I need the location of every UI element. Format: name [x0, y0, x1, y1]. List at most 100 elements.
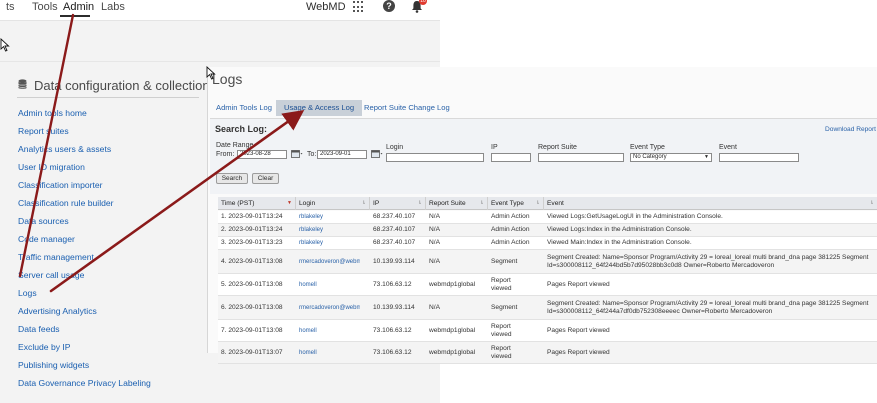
sidebar-link-report-suites[interactable]: Report suites	[18, 126, 69, 136]
sidebar-link-traffic-management[interactable]: Traffic management	[18, 252, 94, 262]
apps-grid-icon[interactable]	[353, 1, 365, 13]
clear-button[interactable]: Clear	[252, 173, 279, 184]
active-nav-indicator	[60, 15, 90, 17]
to-date-field[interactable]: 2023-09-01	[317, 150, 367, 159]
help-icon[interactable]: ?	[383, 0, 395, 12]
sidebar-link-data-feeds[interactable]: Data feeds	[18, 324, 60, 334]
cell-login[interactable]: rblakeley	[296, 237, 370, 249]
table-row: 6. 2023-09-01T13:08 rmercadoveron@webmd.…	[218, 296, 877, 320]
column-header-report-suite[interactable]: Report Suite ⇂	[426, 197, 488, 210]
nav-item-reports[interactable]: ts	[6, 1, 15, 13]
download-report-link[interactable]: Download Report	[825, 126, 876, 133]
tab-admin-tools-log[interactable]: Admin Tools Log	[216, 100, 272, 116]
table-row: 1. 2023-09-01T13:24 rblakeley 68.237.40.…	[218, 211, 877, 224]
event-type-value: No Category	[633, 154, 667, 160]
cell-event: Pages Report viewed	[547, 280, 610, 288]
notification-badge: 10	[419, 0, 427, 5]
event-type-label: Event Type	[630, 144, 665, 151]
search-title: Search Log:	[215, 124, 268, 134]
login-field[interactable]	[386, 153, 484, 162]
cell-report-suite: N/A	[429, 213, 440, 220]
cell-login[interactable]: homell	[296, 342, 370, 363]
to-label: To:	[307, 151, 317, 158]
sidebar-link-server-call-usage[interactable]: Server call usage	[18, 270, 84, 280]
cell-login[interactable]: rblakeley	[296, 211, 370, 223]
column-header-time[interactable]: Time (PST) ▼	[218, 197, 296, 210]
cell-ip: 10.139.93.114	[373, 303, 415, 311]
cell-login[interactable]: rblakeley	[296, 224, 370, 236]
event-label: Event	[719, 144, 737, 151]
cell-time: 6. 2023-09-01T13:08	[221, 303, 283, 311]
page-title: Logs	[212, 71, 243, 87]
column-header-login[interactable]: Login ⇂	[296, 197, 370, 210]
column-header-event[interactable]: Event ⇂	[544, 197, 877, 210]
nav-item-labs[interactable]: Labs	[101, 1, 125, 13]
cell-report-suite: N/A	[429, 257, 440, 265]
cell-event: Viewed Logs:Index in the Administration …	[547, 226, 692, 233]
search-button[interactable]: Search	[216, 173, 248, 184]
nav-item-tools[interactable]: Tools	[32, 1, 58, 13]
cell-ip: 68.237.40.107	[373, 239, 416, 246]
sidebar-link-admin-tools-home[interactable]: Admin tools home	[18, 108, 87, 118]
sidebar-link-logs[interactable]: Logs	[18, 288, 37, 298]
cell-login[interactable]: rmercadoveron@webmd.net	[296, 250, 360, 273]
chevron-down-icon: ▼	[704, 154, 709, 160]
section-header: Data configuration & collection	[17, 78, 210, 98]
cell-time: 1. 2023-09-01T13:24	[221, 213, 283, 220]
cell-event-type: Report viewed	[491, 276, 512, 292]
date-range-label: Date Range	[216, 142, 254, 149]
sidebar-link-analytics-users[interactable]: Analytics users & assets	[18, 144, 111, 154]
nav-item-admin[interactable]: Admin	[63, 1, 94, 13]
sidebar-link-classification-rule-builder[interactable]: Classification rule builder	[18, 198, 114, 208]
cell-event-type: Report viewed	[491, 322, 512, 338]
top-navigation: ts Tools Admin Labs WebMD ? 10	[0, 0, 440, 20]
cell-report-suite: N/A	[429, 239, 440, 246]
cell-login[interactable]: homell	[296, 320, 370, 341]
table-row: 3. 2023-09-01T13:23 rblakeley 68.237.40.…	[218, 237, 877, 250]
cell-ip: 73.106.63.12	[373, 280, 412, 288]
sidebar-link-exclude-by-ip[interactable]: Exclude by IP	[18, 342, 71, 352]
cell-event: Segment Created: Name=Sponsor Program/Ac…	[547, 299, 869, 315]
cell-login[interactable]: homell	[296, 274, 370, 295]
ip-field[interactable]	[491, 153, 531, 162]
report-suite-label: Report Suite	[538, 144, 577, 151]
cell-ip: 73.106.63.12	[373, 348, 412, 356]
tab-usage-access-log[interactable]: Usage & Access Log	[276, 100, 363, 116]
table-row: 8. 2023-09-01T13:07 homell 73.106.63.12 …	[218, 342, 877, 364]
cell-event: Pages Report viewed	[547, 326, 610, 334]
sidebar-link-user-id-migration[interactable]: User ID migration	[18, 162, 85, 172]
header-band	[0, 20, 440, 62]
cell-report-suite: N/A	[429, 303, 440, 311]
sidebar-link-publishing-widgets[interactable]: Publishing widgets	[18, 360, 89, 370]
calendar-icon[interactable]	[371, 149, 383, 158]
calendar-icon[interactable]	[291, 149, 303, 158]
log-tabs: Admin Tools Log Usage & Access Log Repor…	[208, 100, 877, 116]
logs-panel: Logs Admin Tools Log Usage & Access Log …	[207, 67, 877, 364]
report-suite-field[interactable]	[538, 153, 624, 162]
column-header-event-type[interactable]: Event Type ⇂	[488, 197, 544, 210]
column-header-ip[interactable]: IP ⇂	[370, 197, 426, 210]
from-label: From:	[216, 151, 235, 158]
cell-event: Viewed Logs:GetUsageLogUI in the Adminis…	[547, 213, 723, 220]
tab-report-suite-change-log[interactable]: Report Suite Change Log	[364, 100, 450, 116]
sidebar-link-data-sources[interactable]: Data sources	[18, 216, 69, 226]
mouse-cursor-icon	[0, 38, 10, 52]
cell-report-suite: webmdp1global	[429, 280, 476, 288]
cell-event-type: Segment	[491, 303, 518, 311]
event-type-select[interactable]: No Category ▼	[630, 153, 712, 162]
cell-ip: 10.139.93.114	[373, 257, 415, 265]
sidebar-link-classification-importer[interactable]: Classification importer	[18, 180, 103, 190]
event-field[interactable]	[719, 153, 799, 162]
cell-ip: 68.237.40.107	[373, 226, 416, 233]
sidebar-link-code-manager[interactable]: Code manager	[18, 234, 75, 244]
cell-event-type: Segment	[491, 257, 518, 265]
cell-ip: 73.106.63.12	[373, 326, 412, 334]
table-row: 5. 2023-09-01T13:08 homell 73.106.63.12 …	[218, 274, 877, 296]
cell-login[interactable]: rmercadoveron@webmd.net	[296, 296, 360, 319]
org-name[interactable]: WebMD	[306, 1, 346, 13]
sidebar-link-data-governance[interactable]: Data Governance Privacy Labeling	[18, 378, 151, 388]
cell-event: Pages Report viewed	[547, 348, 610, 356]
cell-event-type: Report viewed	[491, 344, 512, 360]
sidebar-link-advertising-analytics[interactable]: Advertising Analytics	[18, 306, 97, 316]
from-date-field[interactable]: 2023-08-28	[237, 150, 287, 159]
